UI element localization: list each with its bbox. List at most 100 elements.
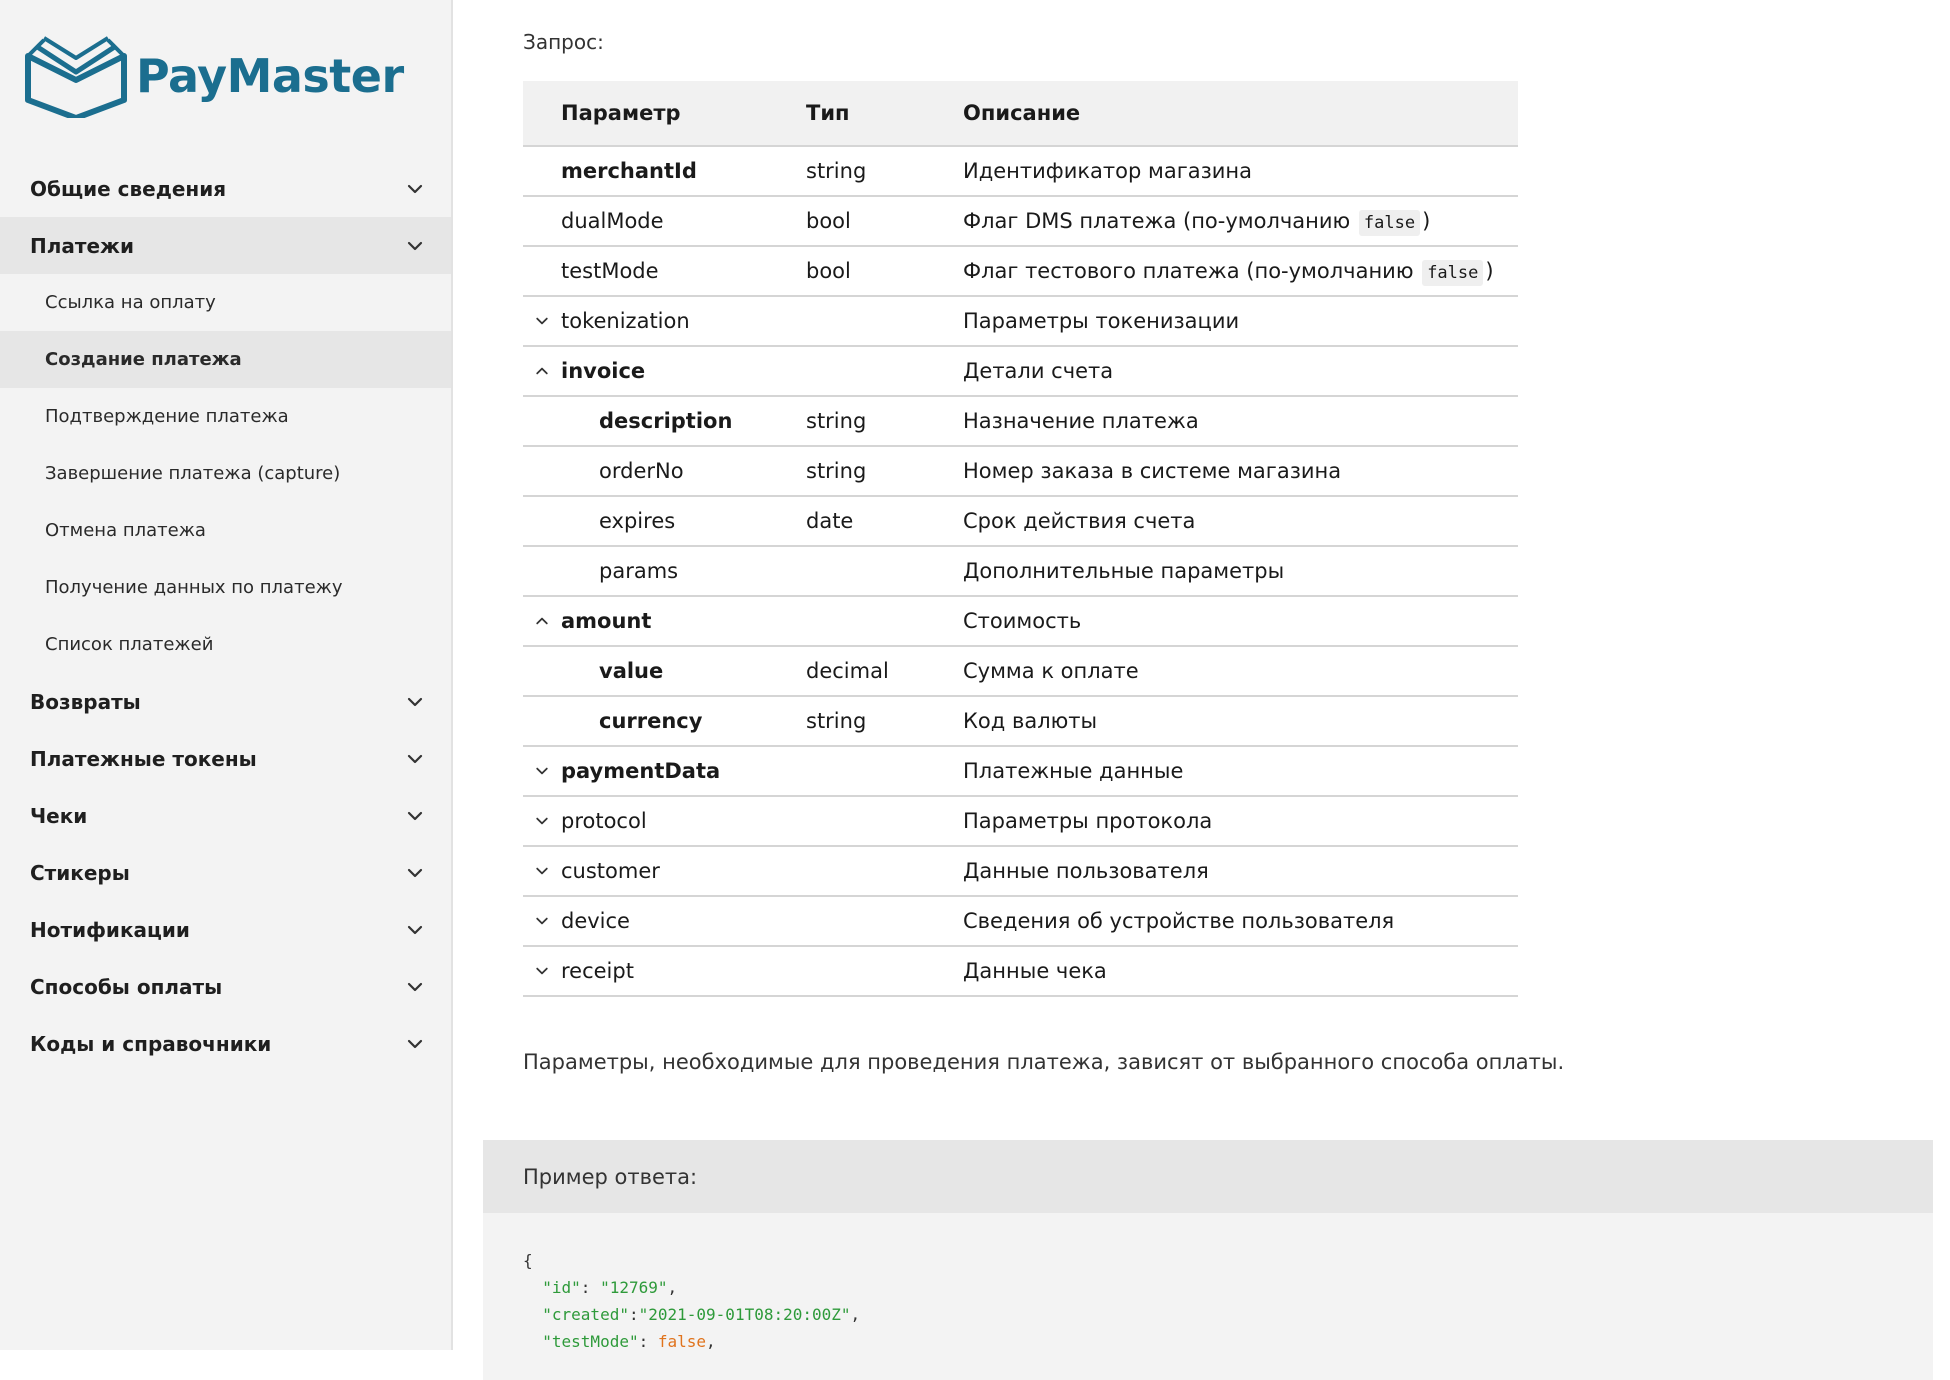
param-type xyxy=(806,796,963,847)
response-code-block: { "id": "12769", "created":"2021-09-01T0… xyxy=(483,1213,1933,1355)
sidebar-subitem[interactable]: Завершение платежа (capture) xyxy=(0,445,451,502)
chevron-down-icon xyxy=(536,917,548,925)
param-name: invoice xyxy=(561,359,646,383)
sidebar-section[interactable]: Платежи xyxy=(0,217,451,274)
param-description-close: ) xyxy=(1485,259,1494,283)
expand-toggle[interactable] xyxy=(523,813,561,829)
param-description: Код валюты xyxy=(963,696,1518,747)
sidebar-subitem[interactable]: Получение данных по платежу xyxy=(0,559,451,616)
chevron-down-icon xyxy=(407,697,423,706)
table-header-row: Параметр Тип Описание xyxy=(523,81,1518,147)
param-name: orderNo xyxy=(599,459,684,483)
param-type: bool xyxy=(806,246,963,297)
param-name: description xyxy=(599,409,733,433)
paymaster-logo[interactable]: PayMaster xyxy=(22,34,404,118)
param-description: Данные пользователя xyxy=(963,846,1518,897)
sidebar-subitem[interactable]: Список платежей xyxy=(0,616,451,673)
chevron-down-icon xyxy=(407,925,423,934)
param-description: Данные чека xyxy=(963,946,1518,997)
expand-toggle[interactable] xyxy=(523,913,561,929)
default-value-code: false xyxy=(1358,210,1421,236)
param-name: amount xyxy=(561,609,652,633)
param-description-text: Флаг тестового платежа (по-умолчанию xyxy=(963,259,1414,283)
param-name: currency xyxy=(599,709,703,733)
param-type: string xyxy=(806,696,963,747)
chevron-down-icon xyxy=(407,184,423,193)
sidebar-section[interactable]: Способы оплаты xyxy=(0,958,451,1015)
sidebar-section-label: Стикеры xyxy=(30,860,130,885)
expand-toggle[interactable] xyxy=(523,313,561,329)
logo-envelope-icon xyxy=(25,36,127,118)
param-description: Стоимость xyxy=(963,596,1518,647)
param-name: params xyxy=(599,559,679,583)
chevron-down-icon xyxy=(407,754,423,763)
sidebar-subitem[interactable]: Отмена платежа xyxy=(0,502,451,559)
param-name: paymentData xyxy=(561,759,721,783)
column-header-type: Тип xyxy=(806,81,963,147)
sidebar-section-label: Способы оплаты xyxy=(30,974,223,999)
chevron-down-icon xyxy=(536,867,548,875)
chevron-down-icon xyxy=(536,317,548,325)
sidebar-section[interactable]: Нотификации xyxy=(0,901,451,958)
sidebar-section-label: Возвраты xyxy=(30,689,141,714)
collapse-toggle[interactable] xyxy=(523,613,561,629)
chevron-up-icon xyxy=(536,367,548,375)
code-token: "2021-09-01T08:20:00Z" xyxy=(638,1305,851,1324)
param-row: params Дополнительные параметры xyxy=(523,546,1518,597)
param-type xyxy=(806,546,963,597)
param-row[interactable]: paymentData Платежные данные xyxy=(523,746,1518,797)
code-line: "created":"2021-09-01T08:20:00Z", xyxy=(523,1301,1933,1328)
param-row: testMode bool Флаг тестового платежа (по-у… xyxy=(523,246,1518,297)
sidebar-section[interactable]: Коды и справочники xyxy=(0,1015,451,1072)
sidebar-section[interactable]: Возвраты xyxy=(0,673,451,730)
param-name: merchantId xyxy=(561,159,697,183)
sidebar-section[interactable]: Общие сведения xyxy=(0,160,451,217)
code-token: false xyxy=(657,1332,707,1351)
response-example: Пример ответа: { "id": "12769", "created… xyxy=(483,1140,1933,1380)
param-row[interactable]: customer Данные пользователя xyxy=(523,846,1518,897)
param-type: decimal xyxy=(806,646,963,697)
chevron-down-icon xyxy=(407,982,423,991)
sidebar-section[interactable]: Платежные токены xyxy=(0,730,451,787)
param-name: testMode xyxy=(561,259,659,283)
chevron-down-icon xyxy=(407,241,423,250)
sidebar-subitem[interactable]: Ссылка на оплату xyxy=(0,274,451,331)
param-description: Детали счета xyxy=(963,346,1518,397)
param-row: currency string Код валюты xyxy=(523,696,1518,747)
sidebar-subitem[interactable]: Подтверждение платежа xyxy=(0,388,451,445)
param-description: Назначение платежа xyxy=(963,396,1518,447)
sidebar-section[interactable]: Стикеры xyxy=(0,844,451,901)
param-description: Номер заказа в системе магазина xyxy=(963,446,1518,497)
code-line: "id": "12769", xyxy=(523,1274,1933,1301)
chevron-up-icon xyxy=(536,617,548,625)
code-token: : xyxy=(638,1332,658,1351)
response-example-title: Пример ответа: xyxy=(483,1140,1933,1213)
param-row[interactable]: protocol Параметры протокола xyxy=(523,796,1518,847)
chevron-down-icon xyxy=(407,811,423,820)
param-name: customer xyxy=(561,859,660,883)
sidebar-subitem[interactable]: Создание платежа xyxy=(0,331,451,388)
param-row[interactable]: tokenization Параметры токенизации xyxy=(523,296,1518,347)
param-name: protocol xyxy=(561,809,647,833)
param-type xyxy=(806,596,963,647)
param-row[interactable]: receipt Данные чека xyxy=(523,946,1518,997)
param-row[interactable]: device Сведения об устройстве пользовател… xyxy=(523,896,1518,947)
param-description: Сведения об устройстве пользователя xyxy=(963,896,1518,947)
default-value-code: false xyxy=(1422,260,1484,286)
collapse-toggle[interactable] xyxy=(523,363,561,379)
expand-toggle[interactable] xyxy=(523,863,561,879)
param-row[interactable]: invoice Детали счета xyxy=(523,346,1518,397)
sidebar-section[interactable]: Чеки xyxy=(0,787,451,844)
chevron-down-icon xyxy=(407,1039,423,1048)
param-type: bool xyxy=(806,196,963,247)
sidebar-section-label: Платежные токены xyxy=(30,746,257,771)
code-token: { xyxy=(523,1251,533,1270)
param-row[interactable]: amount Стоимость xyxy=(523,596,1518,647)
param-description: Дополнительные параметры xyxy=(963,546,1518,597)
expand-toggle[interactable] xyxy=(523,763,561,779)
expand-toggle[interactable] xyxy=(523,963,561,979)
param-type xyxy=(806,896,963,947)
param-description: Идентификатор магазина xyxy=(963,146,1518,197)
sidebar: PayMaster Общие сведения Платежи Ссылка на… xyxy=(0,0,453,1350)
